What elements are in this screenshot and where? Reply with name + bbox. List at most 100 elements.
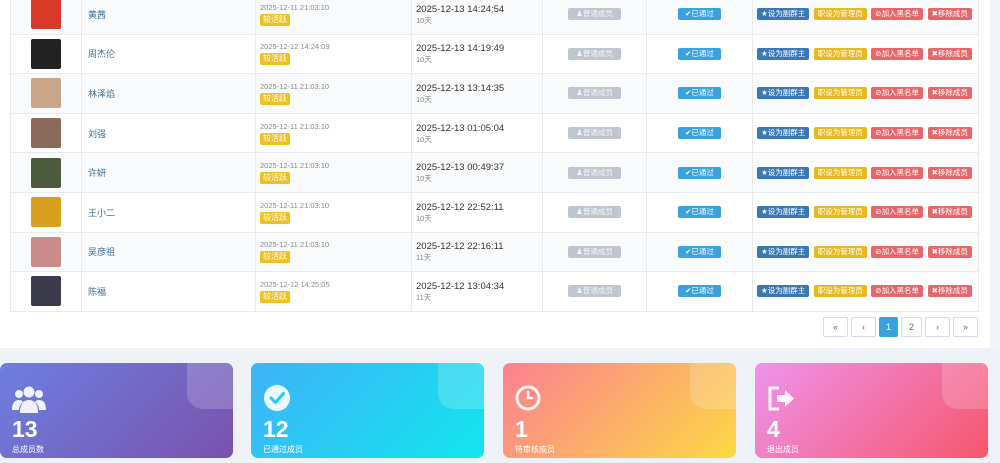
approved-button[interactable]: ✔已通过 xyxy=(678,127,721,140)
page-1-button[interactable]: 1 xyxy=(879,317,898,337)
remove-member-button[interactable]: ✖移除成员 xyxy=(927,245,972,258)
normal-member-button[interactable]: ♟普通成员 xyxy=(568,245,621,258)
stat-card-approved-members: 12 已通过成员 xyxy=(251,363,484,458)
next-page-button[interactable]: › xyxy=(925,317,950,337)
role-cell: ♟普通成员 xyxy=(542,33,647,75)
actions-cell: ★设为副群主 职设为管理员 ⊘加入黑名单 ✖移除成员 xyxy=(752,73,979,114)
blacklist-button[interactable]: ⊘加入黑名单 xyxy=(871,166,924,179)
blacklist-button[interactable]: ⊘加入黑名单 xyxy=(871,127,924,140)
avatar xyxy=(31,276,61,307)
member-name[interactable]: 陈福 xyxy=(86,287,106,297)
joined-time: 2025-12-12 14:25:05 xyxy=(260,279,330,289)
role-cell: ♟普通成员 xyxy=(542,231,647,273)
normal-member-button[interactable]: ♟普通成员 xyxy=(568,127,621,140)
last-active-cell: 2025-12-13 00:49:37 10天 xyxy=(411,152,543,193)
member-table: 黄茜 2025-12-11 21:03:10 较活跃 2025-12-13 14… xyxy=(10,0,979,312)
set-admin-button[interactable]: 职设为管理员 xyxy=(813,245,867,258)
avatar-cell xyxy=(10,73,82,114)
set-deputy-button[interactable]: ★设为副群主 xyxy=(757,245,810,258)
set-admin-button[interactable]: 职设为管理员 xyxy=(813,47,867,60)
approval-cell: ✔已通过 xyxy=(646,231,753,273)
set-deputy-button[interactable]: ★设为副群主 xyxy=(757,285,810,298)
remove-member-button[interactable]: ✖移除成员 xyxy=(927,47,972,60)
set-admin-button[interactable]: 职设为管理员 xyxy=(813,206,867,219)
member-name[interactable]: 吴彦祖 xyxy=(86,247,115,257)
blacklist-button[interactable]: ⊘加入黑名单 xyxy=(871,206,924,219)
approval-cell: ✔已通过 xyxy=(646,271,753,312)
member-name[interactable]: 王小二 xyxy=(86,208,115,218)
approved-button[interactable]: ✔已通过 xyxy=(678,285,721,298)
set-deputy-button[interactable]: ★设为副群主 xyxy=(757,47,810,60)
blacklist-button[interactable]: ⊘加入黑名单 xyxy=(871,8,924,21)
activity-badge: 较活跃 xyxy=(260,290,290,303)
remove-member-button[interactable]: ✖移除成员 xyxy=(927,166,972,179)
set-deputy-button[interactable]: ★设为副群主 xyxy=(757,87,810,100)
normal-member-button[interactable]: ♟普通成员 xyxy=(568,87,621,100)
actions-cell: ★设为副群主 职设为管理员 ⊘加入黑名单 ✖移除成员 xyxy=(752,112,979,154)
member-name[interactable]: 许妍 xyxy=(86,168,106,178)
set-admin-button[interactable]: 职设为管理员 xyxy=(813,127,867,140)
page-scrollbar[interactable] xyxy=(990,0,1000,348)
blacklist-button[interactable]: ⊘加入黑名单 xyxy=(871,47,924,60)
first-page-button[interactable]: « xyxy=(823,317,848,337)
activity-badge: 较活跃 xyxy=(260,92,290,105)
set-deputy-button[interactable]: ★设为副群主 xyxy=(757,206,810,219)
actions-cell: ★设为副群主 职设为管理员 ⊘加入黑名单 ✖移除成员 xyxy=(752,0,979,35)
set-admin-button[interactable]: 职设为管理员 xyxy=(813,285,867,298)
table-row: 吴彦祖 2025-12-11 21:03:10 较活跃 2025-12-12 2… xyxy=(10,231,979,273)
set-deputy-button[interactable]: ★设为副群主 xyxy=(757,8,810,21)
clock-icon xyxy=(515,385,541,411)
set-admin-button[interactable]: 职设为管理员 xyxy=(813,166,867,179)
set-deputy-button[interactable]: ★设为副群主 xyxy=(757,127,810,140)
member-name[interactable]: 周杰伦 xyxy=(86,49,115,59)
joined-cell: 2025-12-11 21:03:10 较活跃 xyxy=(255,73,412,114)
table-row: 林泽焰 2025-12-11 21:03:10 较活跃 2025-12-13 1… xyxy=(10,73,979,114)
member-name[interactable]: 黄茜 xyxy=(86,10,106,20)
name-cell: 王小二 xyxy=(81,191,256,233)
card-decoration xyxy=(690,363,736,409)
remove-member-button[interactable]: ✖移除成员 xyxy=(927,127,972,140)
actions-cell: ★设为副群主 职设为管理员 ⊘加入黑名单 ✖移除成员 xyxy=(752,152,979,193)
approval-cell: ✔已通过 xyxy=(646,0,753,35)
approved-button[interactable]: ✔已通过 xyxy=(678,87,721,100)
avatar xyxy=(31,118,61,149)
member-days: 10天 xyxy=(416,134,432,144)
blacklist-button[interactable]: ⊘加入黑名单 xyxy=(871,285,924,298)
stat-card-pending-members: 1 待审核成员 xyxy=(503,363,736,458)
joined-cell: 2025-12-11 21:03:10 较活跃 xyxy=(255,152,412,193)
approved-button[interactable]: ✔已通过 xyxy=(678,47,721,60)
last-page-button[interactable]: » xyxy=(953,317,978,337)
approved-button[interactable]: ✔已通过 xyxy=(678,206,721,219)
approved-button[interactable]: ✔已通过 xyxy=(678,166,721,179)
normal-member-button[interactable]: ♟普通成员 xyxy=(568,166,621,179)
normal-member-button[interactable]: ♟普通成员 xyxy=(568,8,621,21)
remove-member-button[interactable]: ✖移除成员 xyxy=(927,285,972,298)
check-circle-icon xyxy=(264,385,290,411)
avatar xyxy=(31,38,61,69)
normal-member-button[interactable]: ♟普通成员 xyxy=(568,285,621,298)
page-2-button[interactable]: 2 xyxy=(901,317,922,337)
role-cell: ♟普通成员 xyxy=(542,0,647,35)
avatar xyxy=(31,78,61,109)
prev-page-button[interactable]: ‹ xyxy=(851,317,876,337)
set-admin-button[interactable]: 职设为管理员 xyxy=(813,8,867,21)
member-days: 11天 xyxy=(416,253,432,263)
blacklist-button[interactable]: ⊘加入黑名单 xyxy=(871,87,924,100)
approved-button[interactable]: ✔已通过 xyxy=(678,245,721,258)
set-admin-button[interactable]: 职设为管理员 xyxy=(813,87,867,100)
remove-member-button[interactable]: ✖移除成员 xyxy=(927,8,972,21)
normal-member-button[interactable]: ♟普通成员 xyxy=(568,47,621,60)
avatar xyxy=(31,236,61,267)
last-active-cell: 2025-12-12 22:16:11 11天 xyxy=(411,231,543,273)
joined-cell: 2025-12-11 21:03:10 较活跃 xyxy=(255,0,412,35)
member-name[interactable]: 刘强 xyxy=(86,129,106,139)
normal-member-button[interactable]: ♟普通成员 xyxy=(568,206,621,219)
set-deputy-button[interactable]: ★设为副群主 xyxy=(757,166,810,179)
avatar-cell xyxy=(10,33,82,75)
remove-member-button[interactable]: ✖移除成员 xyxy=(927,87,972,100)
member-name[interactable]: 林泽焰 xyxy=(86,89,115,99)
approved-button[interactable]: ✔已通过 xyxy=(678,8,721,21)
blacklist-button[interactable]: ⊘加入黑名单 xyxy=(871,245,924,258)
joined-cell: 2025-12-11 21:03:10 较活跃 xyxy=(255,112,412,154)
remove-member-button[interactable]: ✖移除成员 xyxy=(927,206,972,219)
